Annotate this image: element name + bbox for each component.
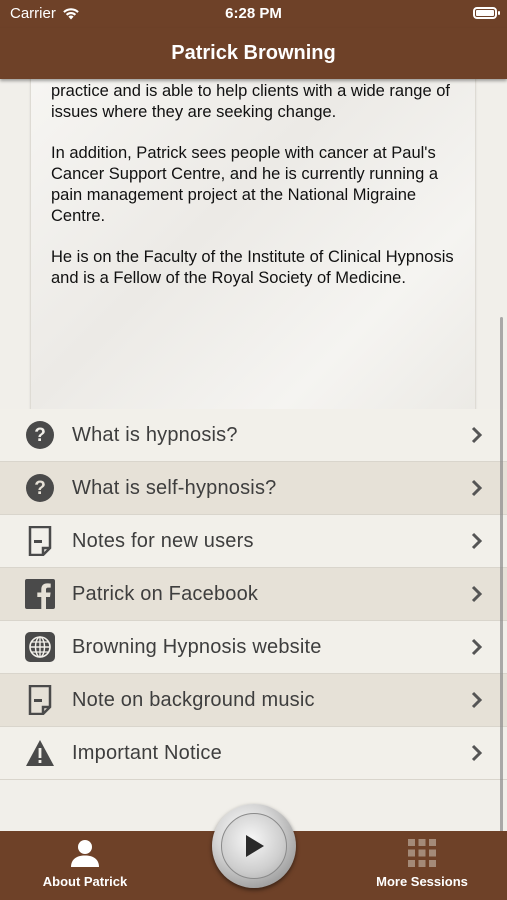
- bio-paragraph: He is on the Faculty of the Institute of…: [51, 248, 454, 287]
- globe-icon: [24, 631, 56, 663]
- menu-item-label: Browning Hypnosis website: [72, 635, 322, 658]
- note-icon: [24, 525, 56, 557]
- tab-label: About Patrick: [42, 874, 128, 889]
- chevron-right-icon: [471, 426, 483, 444]
- menu-item-browning-hypnosis-website[interactable]: Browning Hypnosis website: [0, 621, 507, 674]
- menu-item-note-on-background-music[interactable]: Note on background music: [0, 674, 507, 727]
- tab-more-sessions[interactable]: More Sessions: [367, 831, 477, 900]
- menu-item-label: What is self-hypnosis?: [72, 476, 277, 499]
- chevron-right-icon: [471, 532, 483, 550]
- note-icon: [24, 684, 56, 716]
- facebook-icon: [24, 578, 56, 610]
- play-button[interactable]: [212, 804, 296, 888]
- question-icon: ?: [24, 419, 56, 451]
- play-icon: [246, 835, 264, 857]
- page-title: Patrick Browning: [171, 42, 336, 64]
- question-icon: ?: [24, 472, 56, 504]
- menu-item-label: What is hypnosis?: [72, 423, 238, 446]
- svg-text:?: ?: [34, 478, 46, 499]
- status-bar: Carrier 6:28 PM: [0, 0, 507, 28]
- bio-paragraph: In addition, Patrick sees people with ca…: [51, 144, 439, 225]
- warning-icon: [24, 737, 56, 769]
- bio-paragraph: practising in Kensington in London. He h…: [51, 82, 450, 121]
- tab-label: More Sessions: [376, 874, 468, 889]
- chevron-right-icon: [471, 691, 483, 709]
- menu-item-what-is-hypnosis[interactable]: ? What is hypnosis?: [0, 409, 507, 462]
- menu-list: ? What is hypnosis? ? What is self-hypno…: [0, 409, 507, 780]
- menu-item-patrick-on-facebook[interactable]: Patrick on Facebook: [0, 568, 507, 621]
- navigation-bar: Patrick Browning: [0, 28, 507, 79]
- chevron-right-icon: [471, 479, 483, 497]
- menu-item-label: Notes for new users: [72, 529, 254, 552]
- chevron-right-icon: [471, 638, 483, 656]
- grid-icon: [408, 839, 436, 867]
- clock: 6:28 PM: [225, 5, 282, 22]
- menu-item-label: Important Notice: [72, 741, 222, 764]
- menu-item-notes-for-new-users[interactable]: Notes for new users: [0, 515, 507, 568]
- menu-item-what-is-self-hypnosis[interactable]: ? What is self-hypnosis?: [0, 462, 507, 515]
- battery-icon: [473, 7, 500, 19]
- menu-item-important-notice[interactable]: Important Notice: [0, 727, 507, 780]
- svg-text:?: ?: [34, 425, 46, 446]
- scroll-content[interactable]: practising in Kensington in London. He h…: [0, 79, 507, 831]
- person-icon: [71, 840, 99, 867]
- menu-item-label: Note on background music: [72, 688, 315, 711]
- chevron-right-icon: [471, 744, 483, 762]
- menu-item-label: Patrick on Facebook: [72, 582, 259, 605]
- scrollbar[interactable]: [500, 317, 503, 831]
- play-button-inner: [221, 813, 287, 879]
- chevron-right-icon: [471, 585, 483, 603]
- tab-about-patrick[interactable]: About Patrick: [30, 831, 140, 900]
